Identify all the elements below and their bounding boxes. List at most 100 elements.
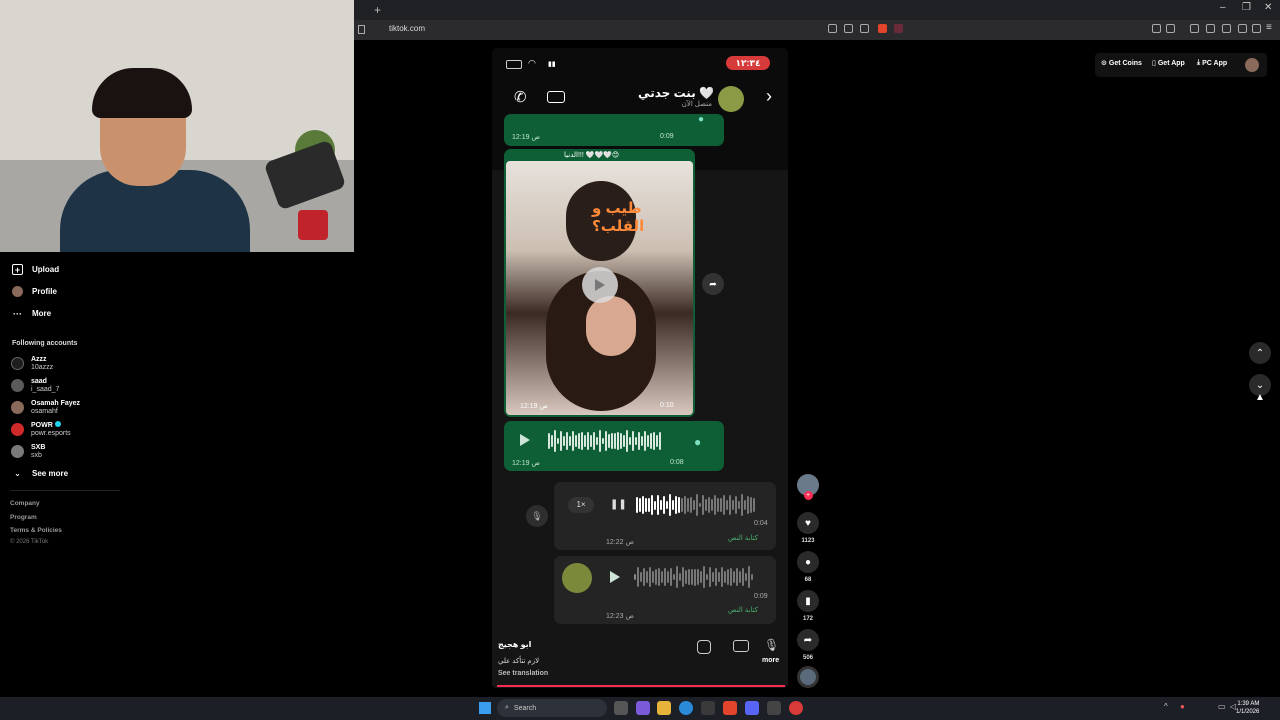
mouse-cursor-icon: ▲ [1255,392,1265,403]
edge-icon[interactable] [679,701,693,715]
waveform-bar [634,574,636,580]
video-player[interactable]: ◠ ▮▮ ١٢:٣٤ ✆ بنت جدتي 🤍 متصل الآن › 12:1… [492,48,788,688]
see-more-label: See more [32,469,69,478]
like-button[interactable]: ♥ 1123 [797,512,819,544]
signal-icon: ▮▮ [548,61,556,68]
task-view-icon[interactable] [614,701,628,715]
close-icon[interactable]: ✕ [1264,2,1272,13]
comment-count: 68 [804,577,812,583]
verified-icon [54,420,61,427]
taskbar-clock[interactable]: 1:39 AM 1/1/2026 [1236,700,1259,716]
account-item[interactable]: saad i_saad_7 [11,375,59,395]
account-item[interactable]: Osamah Fayez osamahf [11,397,80,417]
video-call-icon [547,91,565,103]
waveform-bar [548,433,550,449]
clock-date: 1/1/2026 [1236,709,1260,715]
wallet-icon[interactable] [1166,24,1175,33]
see-translation-link[interactable]: See translation [498,670,548,677]
terminal-icon[interactable] [767,701,781,715]
caption-username[interactable]: ابو هجيج [498,640,531,649]
brave-shield-icon[interactable] [878,24,887,33]
account-item[interactable]: POWR powr.esports [11,419,71,439]
waveform-bar [735,496,737,514]
more-caption-button[interactable]: more [762,657,779,664]
nav-profile[interactable]: Profile [12,286,57,297]
maximize-icon[interactable]: ❐ [1242,2,1251,13]
tabs-icon[interactable] [1222,24,1231,33]
account-name: saad [31,377,47,385]
mute-icon[interactable] [828,24,837,33]
pc-app-button[interactable]: ⤓ PC App [1197,59,1227,67]
brave-icon[interactable] [723,701,737,715]
waveform-bar [587,431,589,451]
waveform-bar [647,435,649,447]
network-icon[interactable]: ▭ [1218,702,1226,711]
footer-program[interactable]: Program [10,514,37,521]
get-app-button[interactable]: ▯ Get App [1152,59,1185,68]
account-item[interactable]: Azzz 10azzz [11,353,53,373]
waveform-bar [690,496,692,514]
media-icon[interactable] [1190,24,1199,33]
waveform-bar [614,433,616,449]
url-text[interactable]: tiktok.com [389,24,425,33]
waveform-bar [736,567,738,587]
file-explorer-icon[interactable] [657,701,671,715]
account-handle: i_saad_7 [31,385,60,393]
music-disc-icon [797,666,819,688]
sender-avatar [562,563,592,593]
minimize-icon[interactable]: – [1220,2,1226,13]
video-progress-bar[interactable] [497,685,785,687]
comment-button[interactable]: ● 68 [797,551,819,583]
account-item[interactable]: SXB sxb [11,441,45,461]
see-more-button[interactable]: ⌄ See more [12,468,68,479]
start-icon[interactable] [479,702,491,714]
waveform-bar [714,495,716,515]
nav-more[interactable]: ··· More [12,308,51,319]
tray-chevron-icon[interactable]: ^ [1164,702,1168,711]
app-icon[interactable] [789,701,803,715]
waveform-bar [691,569,693,585]
save-button[interactable]: ▮ 172 [797,590,819,622]
taskbar-search[interactable]: ⌕ Search [497,699,607,717]
waveform-bar [684,496,686,514]
share-icon[interactable] [860,24,869,33]
tray-mic-icon[interactable]: ● [1180,702,1185,711]
sidebar-icon[interactable] [1206,24,1215,33]
footer-company[interactable]: Company [10,500,40,507]
person-icon: ● [694,435,702,449]
play-icon [520,434,530,446]
address-bar[interactable]: tiktok.com ≡ [354,20,1280,40]
leo-icon[interactable] [1238,24,1247,33]
video-duration: 0:10 [660,402,674,409]
waveform-bar [672,500,674,510]
video-caption-top: الدنيا!!! 🤍🤍🤍😊 [564,152,620,159]
follow-plus-icon[interactable]: + [803,491,813,500]
save-count: 172 [802,616,813,622]
waveform-bar [745,573,747,581]
new-tab-button[interactable]: + [374,3,381,17]
discord-icon[interactable] [745,701,759,715]
copilot-icon[interactable] [636,701,650,715]
vpn-icon[interactable] [1252,24,1261,33]
share-button[interactable]: ➦ 506 [797,629,819,661]
waveform-bar [653,431,655,451]
waveform-bar [590,434,592,448]
menu-icon[interactable]: ≡ [1266,22,1272,33]
get-coins-button[interactable]: ⊙ Get Coins [1101,59,1142,68]
bookmark-icon[interactable] [358,25,365,34]
music-disc-button[interactable] [797,666,819,688]
store-icon[interactable] [701,701,715,715]
profile-avatar[interactable] [1245,58,1259,72]
rewards-icon[interactable] [894,24,903,33]
waveform-bar [557,437,559,445]
footer-terms[interactable]: Terms & Policies [10,527,62,534]
account-name: POWR [31,421,53,429]
cast-icon[interactable] [844,24,853,33]
creator-avatar-button[interactable]: + [797,474,819,500]
extensions-icon[interactable] [1152,24,1161,33]
play-icon [610,571,620,583]
nav-upload[interactable]: + Upload [12,264,59,275]
waveform-bar [650,432,652,450]
previous-video-button[interactable]: ⌃ [1249,342,1271,364]
waveform-bar [724,571,726,583]
